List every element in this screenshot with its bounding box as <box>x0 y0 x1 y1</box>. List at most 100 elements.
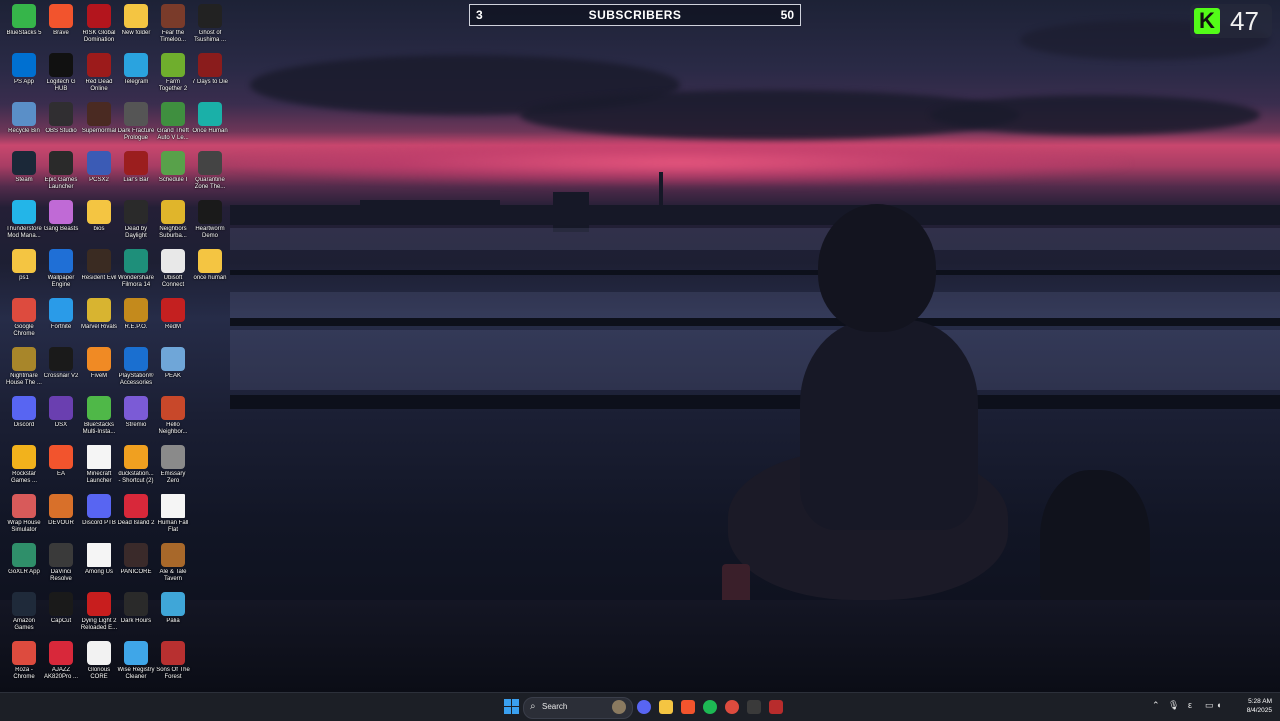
desktop-icon[interactable]: Wrap House Simulator <box>5 494 43 538</box>
desktop-icon[interactable]: Stremio <box>117 396 155 440</box>
desktop-icon[interactable]: Ghost of Tsushima ... <box>191 4 229 48</box>
desktop-icon[interactable]: PEAK <box>154 347 192 391</box>
desktop-icon[interactable]: Fortnite <box>42 298 80 342</box>
desktop-icon[interactable]: Among Us <box>80 543 118 587</box>
desktop-icon[interactable]: Google Chrome <box>5 298 43 342</box>
obs-icon[interactable] <box>769 700 783 714</box>
desktop-icon[interactable]: Nightmare House The ... <box>5 347 43 391</box>
microphone-icon[interactable]: 🎙 <box>1168 700 1179 711</box>
desktop-icon[interactable]: AJAZZ AK820Pro ... <box>42 641 80 685</box>
desktop-icon[interactable]: Wise Registry Cleaner <box>117 641 155 685</box>
desktop-icon[interactable]: Logitech G HUB <box>42 53 80 97</box>
desktop-icon[interactable]: Quarantine Zone The... <box>191 151 229 195</box>
desktop-icon[interactable]: Ubisoft Connect <box>154 249 192 293</box>
desktop-icon[interactable]: duckstation... - Shortcut (2) <box>117 445 155 489</box>
desktop-icon[interactable]: Recycle Bin <box>5 102 43 146</box>
desktop-icon[interactable]: Wallpaper Engine <box>42 249 80 293</box>
discord-icon[interactable] <box>637 700 651 714</box>
taskbar-clock[interactable]: 5:28 AM 8/4/2025 <box>1226 697 1272 715</box>
desktop-icon[interactable]: Marvel Rivals <box>80 298 118 342</box>
desktop-icon[interactable]: once human <box>191 249 229 293</box>
desktop-icon[interactable]: Telegram <box>117 53 155 97</box>
desktop-icon[interactable]: New folder <box>117 4 155 48</box>
desktop-icon[interactable]: DaVinci Resolve <box>42 543 80 587</box>
desktop-icon[interactable]: PCSX2 <box>80 151 118 195</box>
desktop-icon[interactable]: Steam <box>5 151 43 195</box>
desktop-icon[interactable]: ps1 <box>5 249 43 293</box>
desktop-icon[interactable]: Rockstar Games ... <box>5 445 43 489</box>
kick-viewer-badge: K 47 <box>1190 4 1272 38</box>
desktop-icon[interactable]: R.E.P.O. <box>117 298 155 342</box>
desktop-icon[interactable]: CapCut <box>42 592 80 636</box>
taskbar-search-box[interactable]: ⌕ Search <box>523 697 633 719</box>
desktop-icon[interactable]: RISK Global Domination <box>80 4 118 48</box>
desktop-icon[interactable]: Brave <box>42 4 80 48</box>
desktop-icon[interactable]: Roza - Chrome <box>5 641 43 685</box>
desktop-icon[interactable]: bios <box>80 200 118 244</box>
game-icon <box>124 592 148 616</box>
desktop-icon-label: Resident Evil <box>81 275 117 281</box>
desktop-icon[interactable]: Schedule I <box>154 151 192 195</box>
desktop-icon[interactable]: PlayStation® Accessories <box>117 347 155 391</box>
redm-icon <box>161 298 185 322</box>
desktop-icon[interactable]: Liar's Bar <box>117 151 155 195</box>
show-hidden-icons-chevron-icon[interactable]: ⌃ <box>1152 700 1160 711</box>
desktop-icon[interactable]: Dead Island 2 <box>117 494 155 538</box>
desktop-icon-label: CapCut <box>50 618 72 624</box>
desktop-icon[interactable]: Hello Neighbor... <box>154 396 192 440</box>
desktop-icon[interactable]: Once Human <box>191 102 229 146</box>
desktop-icon[interactable]: EA <box>42 445 80 489</box>
desktop-icon[interactable]: DSX <box>42 396 80 440</box>
spotify-icon[interactable] <box>703 700 717 714</box>
brave-icon[interactable] <box>681 700 695 714</box>
desktop-icon[interactable]: BlueStacks 5 <box>5 4 43 48</box>
folder-icon <box>198 249 222 273</box>
desktop-icon[interactable]: RedM <box>154 298 192 342</box>
network-icon[interactable]: ▭ <box>1205 700 1214 711</box>
desktop-icon[interactable]: Ale & Tale Tavern <box>154 543 192 587</box>
desktop-icon[interactable]: GoXLR App <box>5 543 43 587</box>
desktop-icon[interactable]: DEVOUR <box>42 494 80 538</box>
desktop-icon[interactable]: Thunderstore Mod Mana... <box>5 200 43 244</box>
volume-icon[interactable]: ◖ <box>1216 700 1221 710</box>
desktop-icon[interactable]: BlueStacks Multi-Insta... <box>80 396 118 440</box>
desktop-icon[interactable]: Human Fall Flat <box>154 494 192 538</box>
desktop-icon[interactable]: Dead by Daylight <box>117 200 155 244</box>
desktop-icon[interactable]: OBS Studio <box>42 102 80 146</box>
desktop-icon[interactable]: Dark Hours <box>117 592 155 636</box>
desktop-icon[interactable]: Minecraft Launcher <box>80 445 118 489</box>
desktop-icon[interactable]: Gang Beasts <box>42 200 80 244</box>
desktop-icon[interactable]: Farm Together 2 <box>154 53 192 97</box>
desktop-icon[interactable]: Resident Evil <box>80 249 118 293</box>
desktop-icon[interactable]: Amazon Games <box>5 592 43 636</box>
desktop-icon[interactable]: Red Dead Online <box>80 53 118 97</box>
desktop-icon[interactable]: PANICORE <box>117 543 155 587</box>
desktop-icon[interactable]: Supernormal <box>80 102 118 146</box>
keyboard-layout-icon[interactable]: ε <box>1188 700 1192 710</box>
chrome-icon[interactable] <box>725 700 739 714</box>
desktop-icon[interactable]: Glorious CORE <box>80 641 118 685</box>
file-explorer-icon[interactable] <box>659 700 673 714</box>
desktop-icon-label: Minecraft Launcher <box>86 471 112 484</box>
desktop-icon[interactable]: Crosshair V2 <box>42 347 80 391</box>
desktop-icon[interactable]: Sons Of The Forest <box>154 641 192 685</box>
desktop-icon[interactable]: Epic Games Launcher <box>42 151 80 195</box>
desktop-icon[interactable]: Heartworm Demo <box>191 200 229 244</box>
desktop-icon[interactable]: FiveM <box>80 347 118 391</box>
desktop-icon[interactable]: Discord <box>5 396 43 440</box>
start-button[interactable] <box>503 698 521 716</box>
ubisoft-icon <box>161 249 185 273</box>
desktop-icon[interactable]: PS App <box>5 53 43 97</box>
desktop-icon[interactable]: 7 Days to Die <box>191 53 229 97</box>
terminal-icon[interactable] <box>747 700 761 714</box>
desktop-icon[interactable]: Wondershare Filmora 14 <box>117 249 155 293</box>
desktop-icon[interactable]: Fear the Timeloo... <box>154 4 192 48</box>
desktop-icon[interactable]: Discord PTB <box>80 494 118 538</box>
desktop-icon[interactable]: Palia <box>154 592 192 636</box>
desktop-icon[interactable]: Dark Fracture Prologue <box>117 102 155 146</box>
fortnite-icon <box>49 298 73 322</box>
desktop-icon[interactable]: Dying Light 2 Reloaded E... <box>80 592 118 636</box>
desktop-icon[interactable]: Neighbors Suburba... <box>154 200 192 244</box>
desktop-icon[interactable]: Emissary Zero <box>154 445 192 489</box>
desktop-icon[interactable]: Grand Theft Auto V Le... <box>154 102 192 146</box>
